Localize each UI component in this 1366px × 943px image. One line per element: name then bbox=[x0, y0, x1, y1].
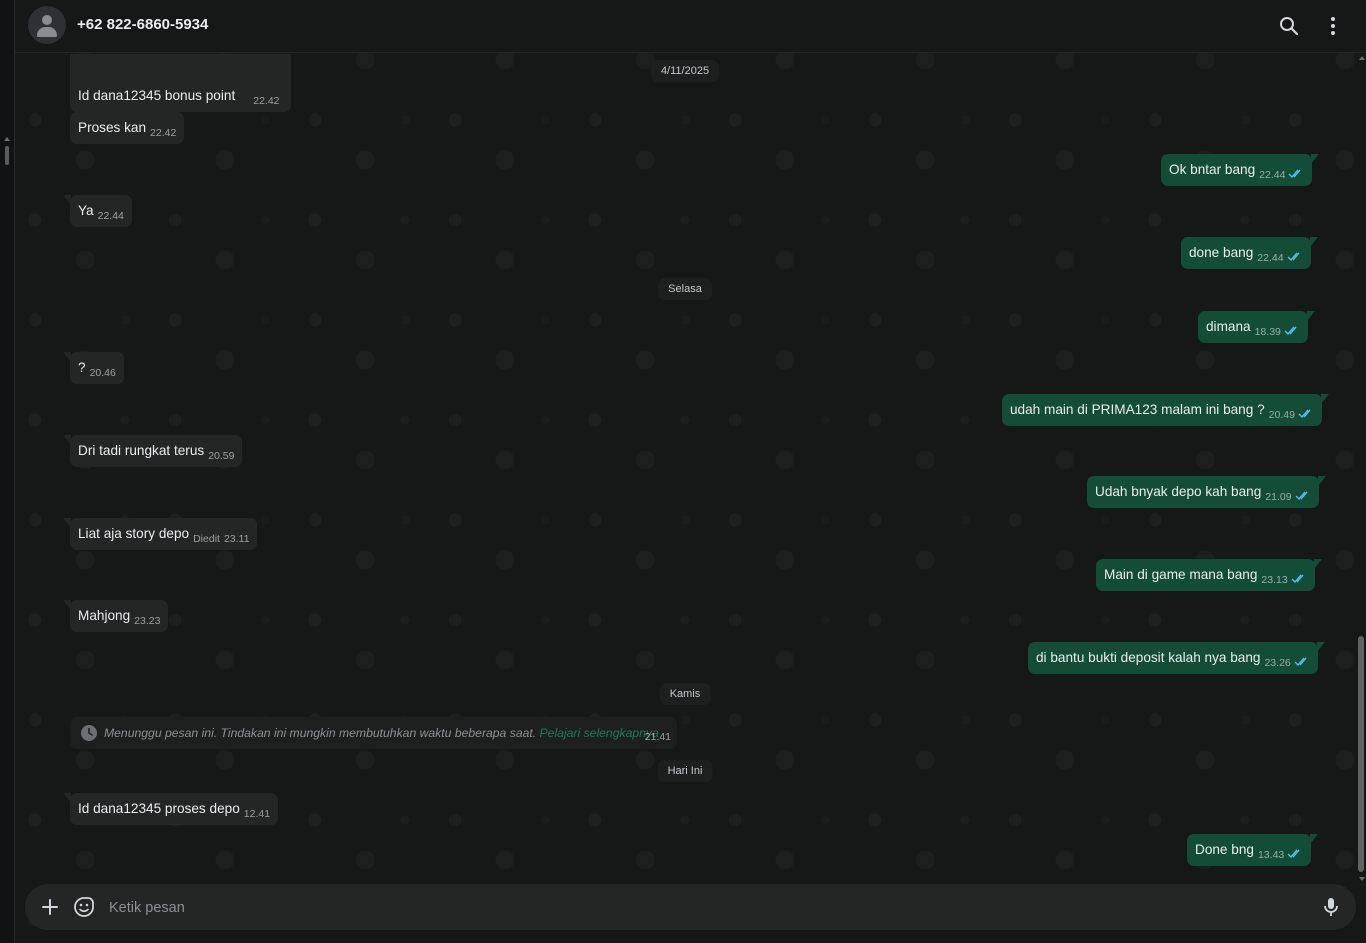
avatar[interactable] bbox=[28, 6, 66, 44]
message-text: Main di game mana bang bbox=[1104, 567, 1258, 582]
message-time: 21.41 bbox=[644, 731, 671, 743]
day-separator: Selasa bbox=[658, 278, 712, 300]
sticker-icon[interactable] bbox=[72, 895, 96, 919]
message-text: Mahjong bbox=[78, 608, 131, 623]
message-outgoing[interactable]: Done bng 13.43 bbox=[1187, 834, 1319, 866]
message-incoming[interactable]: Id dana12345 bonus point 22.42 bbox=[70, 80, 288, 112]
more-vertical-icon[interactable] bbox=[1321, 14, 1345, 38]
message-text: Liat aja story depo bbox=[78, 526, 190, 541]
left-panel-edge bbox=[0, 0, 15, 943]
message-time: 21.09 bbox=[1265, 491, 1292, 503]
plus-icon[interactable] bbox=[38, 895, 62, 919]
message-text: Udah bnyak depo kah bang bbox=[1095, 484, 1262, 499]
search-icon[interactable] bbox=[1277, 14, 1301, 38]
pending-text: Menunggu pesan ini. Tindakan ini mungkin… bbox=[104, 726, 537, 740]
mic-icon[interactable] bbox=[1319, 895, 1343, 919]
message-incoming[interactable]: Mahjong 23.23 bbox=[62, 600, 169, 632]
scroll-up-arrow[interactable] bbox=[1359, 56, 1365, 60]
message-time: 22.44 bbox=[1259, 169, 1286, 181]
read-ticks-icon bbox=[1287, 252, 1300, 262]
message-incoming[interactable]: ? 20.46 bbox=[63, 352, 124, 384]
message-time: 22.44 bbox=[97, 210, 124, 222]
read-ticks-icon bbox=[1288, 169, 1301, 179]
left-scroll-up-arrow[interactable] bbox=[4, 137, 10, 141]
message-text: Id dana12345 proses depo bbox=[78, 801, 240, 816]
read-ticks-icon bbox=[1298, 409, 1311, 419]
day-separator: 4/11/2025 bbox=[650, 60, 720, 82]
message-incoming[interactable]: Proses kan 22.42 bbox=[70, 112, 185, 144]
message-text: dimana bbox=[1206, 319, 1251, 334]
message-outgoing[interactable]: udah main di PRIMA123 malam ini bang ? 20… bbox=[1002, 394, 1329, 426]
contact-name[interactable]: +62 822-6860-5934 bbox=[77, 16, 208, 33]
learn-more-link[interactable]: Pelajari selengkapnya bbox=[540, 726, 659, 740]
scroll-down-arrow[interactable] bbox=[1359, 877, 1365, 881]
read-ticks-icon bbox=[1284, 326, 1297, 336]
message-time: 12.41 bbox=[243, 808, 271, 820]
message-incoming[interactable]: Ya 22.44 bbox=[63, 195, 132, 227]
read-ticks-icon bbox=[1294, 657, 1307, 667]
message-composer bbox=[25, 884, 1356, 930]
message-outgoing[interactable]: done bang 22.44 bbox=[1181, 237, 1318, 269]
day-separator: Hari Ini bbox=[657, 760, 713, 782]
read-ticks-icon bbox=[1295, 491, 1308, 501]
message-time: 23.23 bbox=[134, 615, 161, 627]
message-time: 23.11 bbox=[223, 533, 250, 545]
message-text: ? bbox=[78, 360, 86, 375]
message-text: Id dana12345 bonus point bbox=[78, 88, 236, 103]
message-time: 23.13 bbox=[1261, 574, 1288, 586]
message-outgoing[interactable]: Main di game mana bang 23.13 bbox=[1096, 559, 1322, 591]
message-text: udah main di PRIMA123 malam ini bang ? bbox=[1010, 402, 1265, 417]
message-time: 22.42 bbox=[253, 95, 280, 107]
message-incoming[interactable]: Dri tadi rungkat terus 20.59 bbox=[62, 435, 243, 467]
clock-icon bbox=[81, 725, 97, 741]
edited-label: Diedit bbox=[193, 533, 220, 545]
message-time: 13.43 bbox=[1257, 849, 1285, 861]
message-time: 20.59 bbox=[208, 450, 235, 462]
message-input[interactable] bbox=[107, 892, 1311, 924]
message-outgoing[interactable]: Udah bnyak depo kah bang 21.09 bbox=[1087, 476, 1326, 508]
avatar-body-icon bbox=[37, 27, 57, 37]
read-ticks-icon bbox=[1287, 849, 1300, 859]
message-time: 22.42 bbox=[150, 127, 177, 139]
message-time: 22.44 bbox=[1257, 252, 1284, 264]
read-ticks-icon bbox=[1291, 574, 1304, 584]
avatar-head-icon bbox=[42, 15, 52, 25]
message-text: Dri tadi rungkat terus bbox=[78, 443, 205, 458]
message-time: 18.39 bbox=[1254, 326, 1281, 338]
message-incoming[interactable]: Id dana12345 proses depo 12.41 bbox=[62, 793, 279, 825]
message-text: Ok bntar bang bbox=[1169, 162, 1256, 177]
message-outgoing[interactable]: di bantu bukti deposit kalah nya bang 23.… bbox=[1028, 642, 1325, 674]
message-text: Done bng bbox=[1195, 842, 1254, 857]
day-separator: Kamis bbox=[659, 683, 711, 705]
message-text: Ya bbox=[78, 203, 94, 218]
message-outgoing[interactable]: Ok bntar bang 22.44 bbox=[1161, 154, 1320, 186]
message-time: 20.46 bbox=[89, 367, 116, 379]
pending-message-notice: Menunggu pesan ini. Tindakan ini mungkin… bbox=[70, 717, 677, 749]
left-scrollbar-thumb[interactable] bbox=[5, 146, 9, 165]
message-text: Proses kan bbox=[78, 120, 147, 135]
message-text: done bang bbox=[1189, 245, 1254, 260]
message-time: 20.49 bbox=[1268, 409, 1295, 421]
message-outgoing[interactable]: dimana 18.39 bbox=[1198, 311, 1315, 343]
chat-panel: +62 822-6860-5934 4/11/2025 Selasa Kamis… bbox=[15, 0, 1366, 943]
message-text: di bantu bukti deposit kalah nya bang bbox=[1036, 650, 1261, 665]
message-time: 23.26 bbox=[1264, 657, 1291, 669]
chat-scrollbar-thumb[interactable] bbox=[1358, 636, 1364, 872]
chat-header: +62 822-6860-5934 bbox=[15, 0, 1366, 53]
message-incoming[interactable]: Liat aja story depo Diedit 23.11 bbox=[62, 518, 258, 550]
